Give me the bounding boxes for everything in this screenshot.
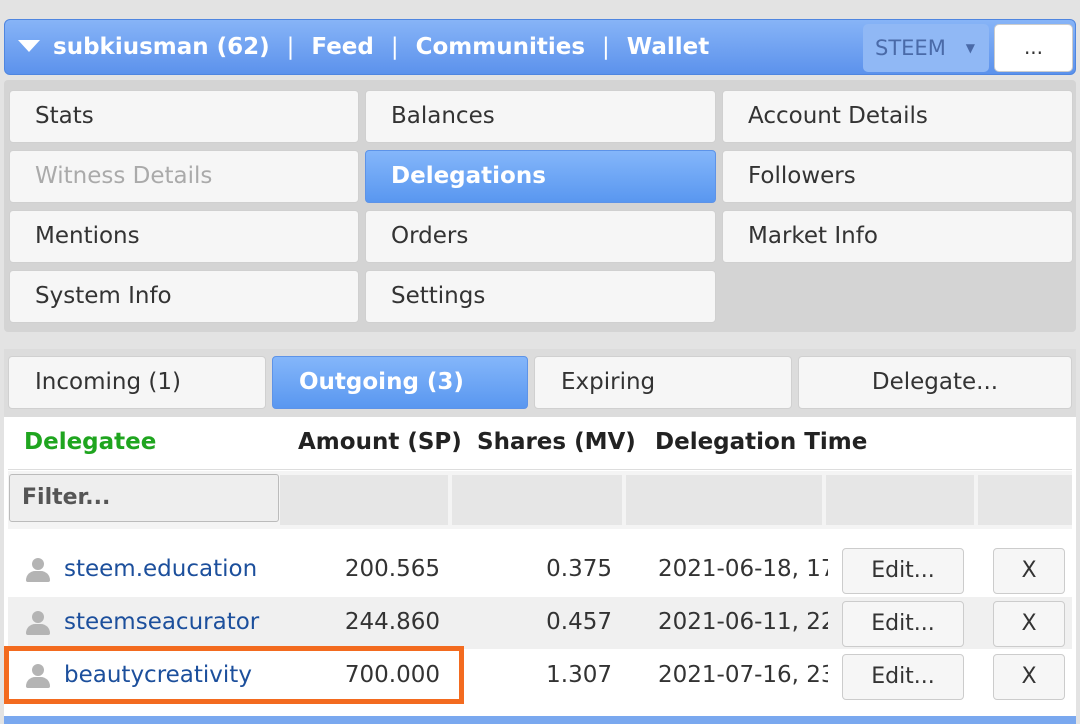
tab-outgoing[interactable]: Outgoing (3) — [272, 356, 528, 409]
shares-cell: 1.307 — [546, 662, 612, 688]
shares-cell: 0.375 — [546, 556, 612, 582]
tab-expiring[interactable]: Expiring — [534, 356, 792, 409]
user-icon — [26, 611, 50, 635]
table-row: beautycreativity 700.000 1.307 2021-07-1… — [8, 650, 1072, 702]
menu-settings-button[interactable]: Settings — [365, 270, 716, 323]
dropdown-caret-icon[interactable] — [18, 40, 40, 52]
remove-delegation-button[interactable]: X — [993, 548, 1065, 594]
user-icon — [26, 558, 50, 582]
edit-delegation-button[interactable]: Edit... — [842, 654, 964, 700]
delegation-time-cell: 2021-07-16, 23: — [658, 662, 828, 688]
tab-incoming[interactable]: Incoming (1) — [8, 356, 266, 409]
menu-market-info-button[interactable]: Market Info — [722, 210, 1073, 263]
menu-mentions-button[interactable]: Mentions — [9, 210, 359, 263]
remove-delegation-button[interactable]: X — [993, 654, 1065, 700]
more-button[interactable]: ... — [994, 24, 1073, 72]
table-row: steemseacurator 244.860 0.457 2021-06-11… — [8, 597, 1072, 649]
filter-cell — [978, 475, 1072, 525]
filter-cell — [280, 475, 448, 525]
nav-separator: | — [390, 34, 399, 60]
nav-wallet-link[interactable]: Wallet — [627, 34, 709, 60]
filter-cell — [826, 475, 974, 525]
nav-links: subkiusman (62) | Feed | Communities | W… — [53, 31, 709, 63]
shares-cell: 0.457 — [546, 609, 612, 635]
menu-system-info-button[interactable]: System Info — [9, 270, 359, 323]
top-nav-bar: subkiusman (62) | Feed | Communities | W… — [4, 19, 1076, 75]
select-caret-icon: ▼ — [965, 41, 975, 55]
menu-witness-details-button: Witness Details — [9, 150, 359, 203]
menu-balances-button[interactable]: Balances — [365, 90, 716, 143]
menu-orders-button[interactable]: Orders — [365, 210, 716, 263]
delegations-panel: Incoming (1) Outgoing (3) Expiring Deleg… — [4, 349, 1076, 724]
chain-select-value: STEEM — [875, 36, 946, 60]
amount-cell: 700.000 — [344, 662, 440, 688]
menu-delegations-button[interactable]: Delegations — [365, 150, 716, 203]
delegate-button[interactable]: Delegate... — [798, 356, 1072, 409]
filter-input[interactable]: Filter... — [9, 474, 279, 522]
delegation-time-cell: 2021-06-11, 22: — [658, 609, 828, 635]
nav-feed-link[interactable]: Feed — [311, 34, 373, 60]
header-divider — [8, 469, 1072, 470]
amount-cell: 244.860 — [344, 609, 440, 635]
user-icon — [26, 664, 50, 688]
nav-separator: | — [602, 34, 610, 60]
column-header-shares[interactable]: Shares (MV) — [477, 429, 636, 455]
filter-cell — [452, 475, 622, 525]
page: subkiusman (62) | Feed | Communities | W… — [0, 0, 1080, 724]
chain-select[interactable]: STEEM ▼ — [863, 24, 989, 72]
menu-stats-button[interactable]: Stats — [9, 90, 359, 143]
column-header-delegation-time[interactable]: Delegation Time — [655, 429, 867, 455]
bottom-bar — [4, 716, 1076, 724]
filter-cell — [626, 475, 822, 525]
edit-delegation-button[interactable]: Edit... — [842, 548, 964, 594]
nav-communities-link[interactable]: Communities — [416, 34, 585, 60]
amount-cell: 200.565 — [344, 556, 440, 582]
edit-delegation-button[interactable]: Edit... — [842, 601, 964, 647]
remove-delegation-button[interactable]: X — [993, 601, 1065, 647]
account-name-link[interactable]: subkiusman (62) — [53, 34, 270, 60]
column-header-amount[interactable]: Amount (SP) — [298, 429, 462, 455]
menu-account-details-button[interactable]: Account Details — [722, 90, 1073, 143]
menu-followers-button[interactable]: Followers — [722, 150, 1073, 203]
column-header-delegatee[interactable]: Delegatee — [24, 429, 156, 455]
delegatee-link[interactable]: steemseacurator — [64, 609, 259, 635]
delegatee-link[interactable]: beautycreativity — [64, 662, 252, 688]
table-row: steem.education 200.565 0.375 2021-06-18… — [8, 544, 1072, 596]
delegation-time-cell: 2021-06-18, 17: — [658, 556, 828, 582]
nav-separator: | — [286, 34, 295, 60]
delegatee-link[interactable]: steem.education — [64, 556, 257, 582]
